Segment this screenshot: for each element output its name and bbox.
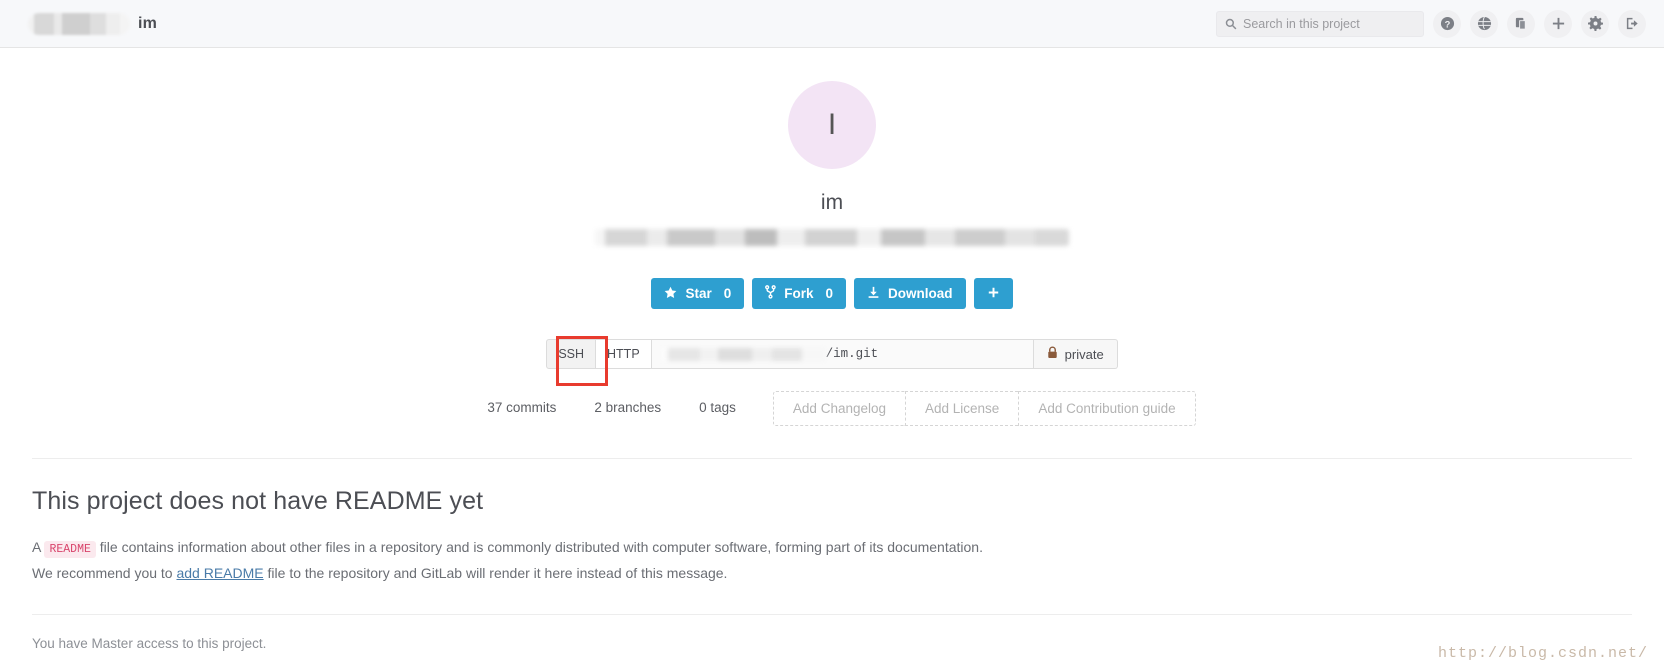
lock-icon xyxy=(1047,346,1058,362)
more-actions-button[interactable] xyxy=(973,278,1013,309)
add-contribution-guide-button[interactable]: Add Contribution guide xyxy=(1018,391,1196,426)
project-actions: Star 0 Fork 0 Download xyxy=(0,278,1664,309)
plus-icon xyxy=(987,286,1000,302)
fork-count: 0 xyxy=(825,286,834,301)
stat-tags[interactable]: 0 tags xyxy=(680,391,755,426)
add-changelog-button[interactable]: Add Changelog xyxy=(772,391,905,426)
search-icon xyxy=(1225,18,1237,30)
page-title: im xyxy=(820,191,844,214)
readme-line-1: A README file contains information about… xyxy=(32,537,1632,559)
search-placeholder: Search in this project xyxy=(1243,16,1360,31)
plus-icon[interactable] xyxy=(1544,9,1572,38)
readme-line2-suffix: file to the repository and GitLab will r… xyxy=(267,564,728,581)
readme-line2-prefix: We recommend you to xyxy=(32,564,173,581)
readme-heading: This project does not have README yet xyxy=(32,487,484,515)
watermark: http://blog.csdn.net/ xyxy=(1437,645,1648,662)
add-readme-link[interactable]: add README xyxy=(176,565,263,581)
globe-icon[interactable] xyxy=(1470,9,1498,38)
snippets-icon[interactable] xyxy=(1507,9,1535,38)
namespace-redacted-label xyxy=(28,12,130,35)
fork-icon xyxy=(765,285,777,302)
clone-url-field[interactable]: /im.git xyxy=(651,339,1034,369)
project-home-panel: I im Star 0 Fork 0 Download SSH HTTP /im… xyxy=(0,48,1664,426)
fork-label: Fork xyxy=(784,286,814,301)
access-level-note: You have Master access to this project. xyxy=(32,635,267,651)
download-icon xyxy=(867,286,880,302)
clone-row: SSH HTTP /im.git private xyxy=(0,336,1664,386)
visibility-label: private xyxy=(1064,346,1104,362)
project-avatar: I xyxy=(788,81,876,169)
fork-button[interactable]: Fork 0 xyxy=(752,278,847,309)
readme-empty-state: This project does not have README yet A … xyxy=(0,459,1664,583)
svg-text:?: ? xyxy=(1444,19,1450,29)
star-count: 0 xyxy=(723,286,732,301)
stat-commits[interactable]: 37 commits xyxy=(468,391,575,426)
breadcrumb-project-name[interactable]: im xyxy=(138,15,157,33)
clone-url-tail: /im.git xyxy=(825,347,879,361)
clone-protocol-http[interactable]: HTTP xyxy=(596,339,652,369)
search-input[interactable]: Search in this project xyxy=(1216,10,1424,37)
brand[interactable]: im xyxy=(28,12,157,35)
project-description-redacted xyxy=(595,229,1069,246)
star-button[interactable]: Star 0 xyxy=(651,278,745,309)
clone-protocol-ssh[interactable]: SSH xyxy=(546,339,597,369)
sign-out-icon[interactable] xyxy=(1618,9,1646,38)
readme-line1-prefix: A xyxy=(32,539,41,555)
avatar-letter: I xyxy=(827,108,837,141)
clone-group: SSH HTTP /im.git private xyxy=(546,339,1118,369)
star-icon xyxy=(664,286,677,302)
readme-line1-suffix: file contains information about other fi… xyxy=(99,539,983,555)
stat-branches[interactable]: 2 branches xyxy=(575,391,680,426)
help-icon[interactable]: ? xyxy=(1433,9,1461,38)
clone-url-host-redacted xyxy=(659,347,826,361)
readme-code-chip: README xyxy=(44,541,96,558)
add-license-button[interactable]: Add License xyxy=(905,391,1019,426)
download-label: Download xyxy=(888,286,953,301)
download-button[interactable]: Download xyxy=(854,278,966,309)
navbar-right-group: Search in this project ? xyxy=(1216,9,1646,38)
repo-stats-row: 37 commits 2 branches 0 tags Add Changel… xyxy=(0,391,1664,426)
top-navbar: im Search in this project ? xyxy=(0,0,1664,48)
readme-line-2: We recommend you to add README file to t… xyxy=(32,563,1632,583)
visibility-badge: private xyxy=(1033,339,1118,369)
star-label: Star xyxy=(685,286,712,301)
gear-icon[interactable] xyxy=(1581,9,1609,38)
